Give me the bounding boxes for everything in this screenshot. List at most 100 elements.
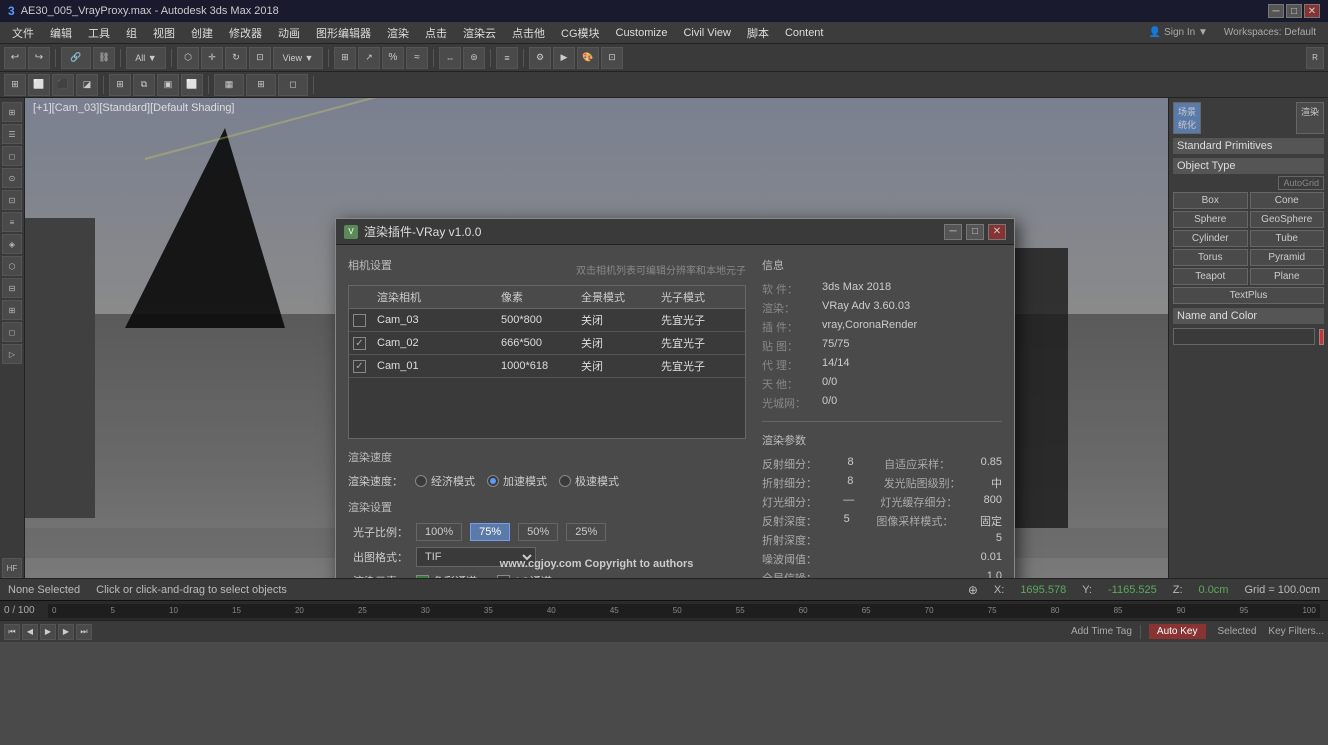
- next-frame-btn[interactable]: ▶: [58, 624, 74, 640]
- viewport-dropdown[interactable]: View ▼: [273, 47, 323, 69]
- add-time-tag-btn[interactable]: Add Time Tag: [1071, 626, 1132, 637]
- left-btn-2[interactable]: ☰: [2, 124, 22, 144]
- obj-geosphere[interactable]: GeoSphere: [1250, 211, 1325, 228]
- left-btn-3[interactable]: ◻: [2, 146, 22, 166]
- tb2-btn5[interactable]: ⊞: [109, 74, 131, 96]
- menu-edit[interactable]: 编辑: [42, 23, 80, 43]
- extra-btn[interactable]: R: [1306, 47, 1324, 69]
- obj-cylinder[interactable]: Cylinder: [1173, 230, 1248, 247]
- render-frame-btn[interactable]: ⊡: [601, 47, 623, 69]
- menu-group[interactable]: 组: [118, 23, 145, 43]
- menu-views[interactable]: 视图: [145, 23, 183, 43]
- left-btn-12[interactable]: ▷: [2, 344, 22, 364]
- viewport[interactable]: [+1][Cam_03][Standard][Default Shading]: [25, 98, 1168, 578]
- mirror-btn[interactable]: ⇔: [439, 47, 461, 69]
- left-btn-9[interactable]: ⊟: [2, 278, 22, 298]
- tb2-btn8[interactable]: ⬜: [181, 74, 203, 96]
- render-setup-btn[interactable]: ⚙: [529, 47, 551, 69]
- menu-clickhe[interactable]: 点击他: [504, 23, 553, 43]
- cam02-checkbox[interactable]: [353, 337, 366, 350]
- table-row[interactable]: Cam_02 666*500 关闭 先宜光子: [349, 332, 745, 355]
- scene-tab[interactable]: 场景统化: [1173, 102, 1201, 134]
- menu-content[interactable]: Content: [777, 25, 832, 41]
- menu-scripts[interactable]: 脚本: [739, 23, 777, 43]
- obj-plane[interactable]: Plane: [1250, 268, 1325, 285]
- dialog-close-btn[interactable]: ✕: [988, 224, 1006, 240]
- menu-customize[interactable]: Customize: [608, 25, 676, 41]
- percent-100-btn[interactable]: 100%: [416, 523, 462, 541]
- key-filters-btn[interactable]: Key Filters...: [1268, 626, 1324, 637]
- obj-torus[interactable]: Torus: [1173, 249, 1248, 266]
- percent-50-btn[interactable]: 50%: [518, 523, 558, 541]
- left-btn-11[interactable]: ◻: [2, 322, 22, 342]
- table-row[interactable]: Cam_03 500*800 关闭 先宜光子: [349, 309, 745, 332]
- render-btn[interactable]: ▶: [553, 47, 575, 69]
- left-btn-bottom[interactable]: HF: [2, 558, 22, 578]
- tb2-btn6[interactable]: ⧉: [133, 74, 155, 96]
- table-row[interactable]: Cam_01 1000*618 关闭 先宜光子: [349, 355, 745, 378]
- dialog-restore-btn[interactable]: □: [966, 224, 984, 240]
- align-btn[interactable]: ⊜: [463, 47, 485, 69]
- play-btn[interactable]: ▶: [40, 624, 56, 640]
- percent-25-btn[interactable]: 25%: [566, 523, 606, 541]
- obj-teapot[interactable]: Teapot: [1173, 268, 1248, 285]
- left-btn-6[interactable]: ≡: [2, 212, 22, 232]
- menu-graph-editors[interactable]: 图形编辑器: [308, 23, 379, 43]
- obj-textplus[interactable]: TextPlus: [1173, 287, 1324, 304]
- close-btn[interactable]: ✕: [1304, 4, 1320, 18]
- layer-btn[interactable]: ≡: [496, 47, 518, 69]
- minimize-btn[interactable]: ─: [1268, 4, 1284, 18]
- spinner-snap-btn[interactable]: ≈: [406, 47, 428, 69]
- percent-snap-btn[interactable]: %: [382, 47, 404, 69]
- left-btn-10[interactable]: ⊞: [2, 300, 22, 320]
- left-btn-8[interactable]: ⬡: [2, 256, 22, 276]
- tb2-btn4[interactable]: ◪: [76, 74, 98, 96]
- play-end-btn[interactable]: ⏭: [76, 624, 92, 640]
- left-btn-7[interactable]: ◈: [2, 234, 22, 254]
- menu-file[interactable]: 文件: [4, 23, 42, 43]
- dialog-minimize-btn[interactable]: ─: [944, 224, 962, 240]
- angle-snap-btn[interactable]: ↗: [358, 47, 380, 69]
- radio-accelerate[interactable]: 加速模式: [487, 473, 547, 489]
- percent-75-btn[interactable]: 75%: [470, 523, 510, 541]
- menu-tools[interactable]: 工具: [80, 23, 118, 43]
- timeline-track[interactable]: 051015202530 35404550556065 707580859095…: [48, 604, 1320, 618]
- color-swatch[interactable]: [1319, 329, 1324, 345]
- obj-sphere[interactable]: Sphere: [1173, 211, 1248, 228]
- obj-pyramid[interactable]: Pyramid: [1250, 249, 1325, 266]
- tb2-view-btn3[interactable]: ◻: [278, 74, 308, 96]
- left-btn-1[interactable]: ⊞: [2, 102, 22, 122]
- rotate-btn[interactable]: ↻: [225, 47, 247, 69]
- radio-extreme[interactable]: 极速模式: [559, 473, 619, 489]
- tb2-btn2[interactable]: ⬜: [28, 74, 50, 96]
- left-btn-5[interactable]: ⊡: [2, 190, 22, 210]
- menu-click[interactable]: 点击: [417, 23, 455, 43]
- tb2-view-btn1[interactable]: ▦: [214, 74, 244, 96]
- play-start-btn[interactable]: ⏮: [4, 624, 20, 640]
- snap-btn[interactable]: ⊞: [334, 47, 356, 69]
- move-btn[interactable]: ✛: [201, 47, 223, 69]
- menu-rendering[interactable]: 渲染: [379, 23, 417, 43]
- tb2-view-btn2[interactable]: ⊞: [246, 74, 276, 96]
- prev-frame-btn[interactable]: ◀: [22, 624, 38, 640]
- autogrid-btn[interactable]: AutoGrid: [1278, 176, 1324, 190]
- menu-animation[interactable]: 动画: [270, 23, 308, 43]
- obj-box[interactable]: Box: [1173, 192, 1248, 209]
- material-editor-btn[interactable]: 🎨: [577, 47, 599, 69]
- menu-modifiers[interactable]: 修改器: [221, 23, 270, 43]
- link-btn[interactable]: 🔗: [61, 47, 91, 69]
- ao-channel-cb[interactable]: [497, 575, 510, 579]
- undo-btn[interactable]: ↩: [4, 47, 26, 69]
- menu-cgmodule[interactable]: CG模块: [553, 23, 608, 43]
- cam01-checkbox[interactable]: [353, 360, 366, 373]
- redo-btn[interactable]: ↪: [28, 47, 50, 69]
- color-channel-cb[interactable]: [416, 575, 429, 579]
- obj-tube[interactable]: Tube: [1250, 230, 1325, 247]
- name-input[interactable]: [1173, 328, 1315, 345]
- tb2-btn1[interactable]: ⊞: [4, 74, 26, 96]
- left-btn-4[interactable]: ⊙: [2, 168, 22, 188]
- select-btn[interactable]: ⬡: [177, 47, 199, 69]
- restore-btn[interactable]: □: [1286, 4, 1302, 18]
- render-tab[interactable]: 渲染: [1296, 102, 1324, 134]
- menu-cloud[interactable]: 渲染云: [455, 23, 504, 43]
